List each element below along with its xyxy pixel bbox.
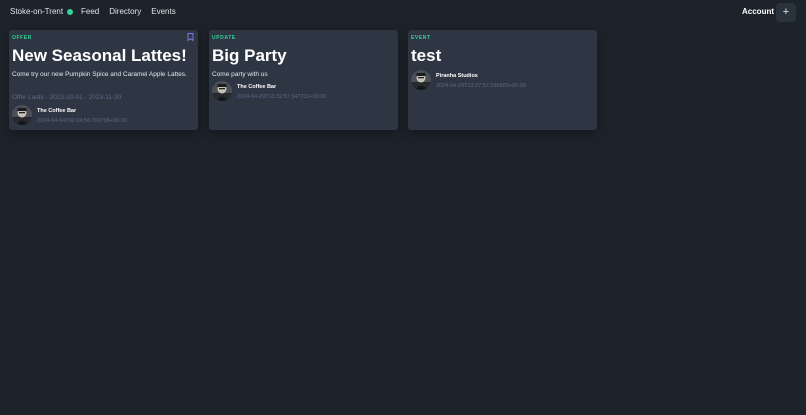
card-type-badge: UPDATE — [212, 35, 236, 41]
post-card-update[interactable]: UPDATE Big Party Come party with us The … — [209, 30, 398, 130]
card-title: New Seasonal Lattes! — [12, 46, 187, 65]
post-timestamp: 2024-04-29T13:32:57.547211+00:00 — [237, 94, 327, 100]
brand-name: Stoke-on-Trent — [10, 7, 64, 16]
add-post-button[interactable]: + — [776, 3, 796, 22]
online-status-dot — [67, 8, 74, 15]
card-title: Big Party — [212, 46, 287, 65]
card-author[interactable]: Piranha Studios 2024-04-29T13:27:57.0356… — [411, 70, 526, 90]
author-name: Piranha Studios — [436, 73, 478, 79]
card-description: Come try our new Pumpkin Spice and Caram… — [12, 71, 187, 78]
account-link[interactable]: Account — [742, 7, 774, 16]
card-author[interactable]: The Coffee Bar 2024-04-29T13:32:57.54721… — [212, 81, 326, 101]
post-timestamp: 2024-04-04T00:24:58.769798+00:00 — [37, 118, 127, 124]
offer-dates: Offer Lasts - 2023-10-01 - 2023-11-30 — [12, 94, 122, 101]
post-card-offer[interactable]: OFFER New Seasonal Lattes! Come try our … — [9, 30, 198, 130]
post-timestamp: 2024-04-29T13:27:57.035683+00:00 — [436, 83, 526, 89]
card-description: Come party with us — [212, 71, 268, 78]
nav-link-feed[interactable]: Feed — [81, 7, 99, 16]
avatar — [212, 81, 232, 101]
author-name: The Coffee Bar — [237, 84, 277, 90]
nav-link-events[interactable]: Events — [151, 7, 175, 16]
post-card-event[interactable]: EVENT test Piranha Studios 2024-04-29T13… — [408, 30, 597, 130]
nav-link-directory[interactable]: Directory — [109, 7, 141, 16]
nav-links: Feed Directory Events — [81, 7, 176, 16]
card-type-badge: OFFER — [12, 35, 32, 41]
top-navbar: Stoke-on-Trent Feed Directory Events Acc… — [0, 0, 806, 26]
card-type-badge: EVENT — [411, 35, 431, 41]
avatar — [12, 105, 32, 125]
brand-link[interactable]: Stoke-on-Trent — [10, 7, 74, 16]
card-title: test — [411, 46, 442, 65]
author-name: The Coffee Bar — [37, 108, 77, 114]
card-author[interactable]: The Coffee Bar 2024-04-04T00:24:58.76979… — [12, 105, 127, 125]
bookmark-icon[interactable] — [187, 33, 194, 41]
avatar — [411, 70, 431, 90]
